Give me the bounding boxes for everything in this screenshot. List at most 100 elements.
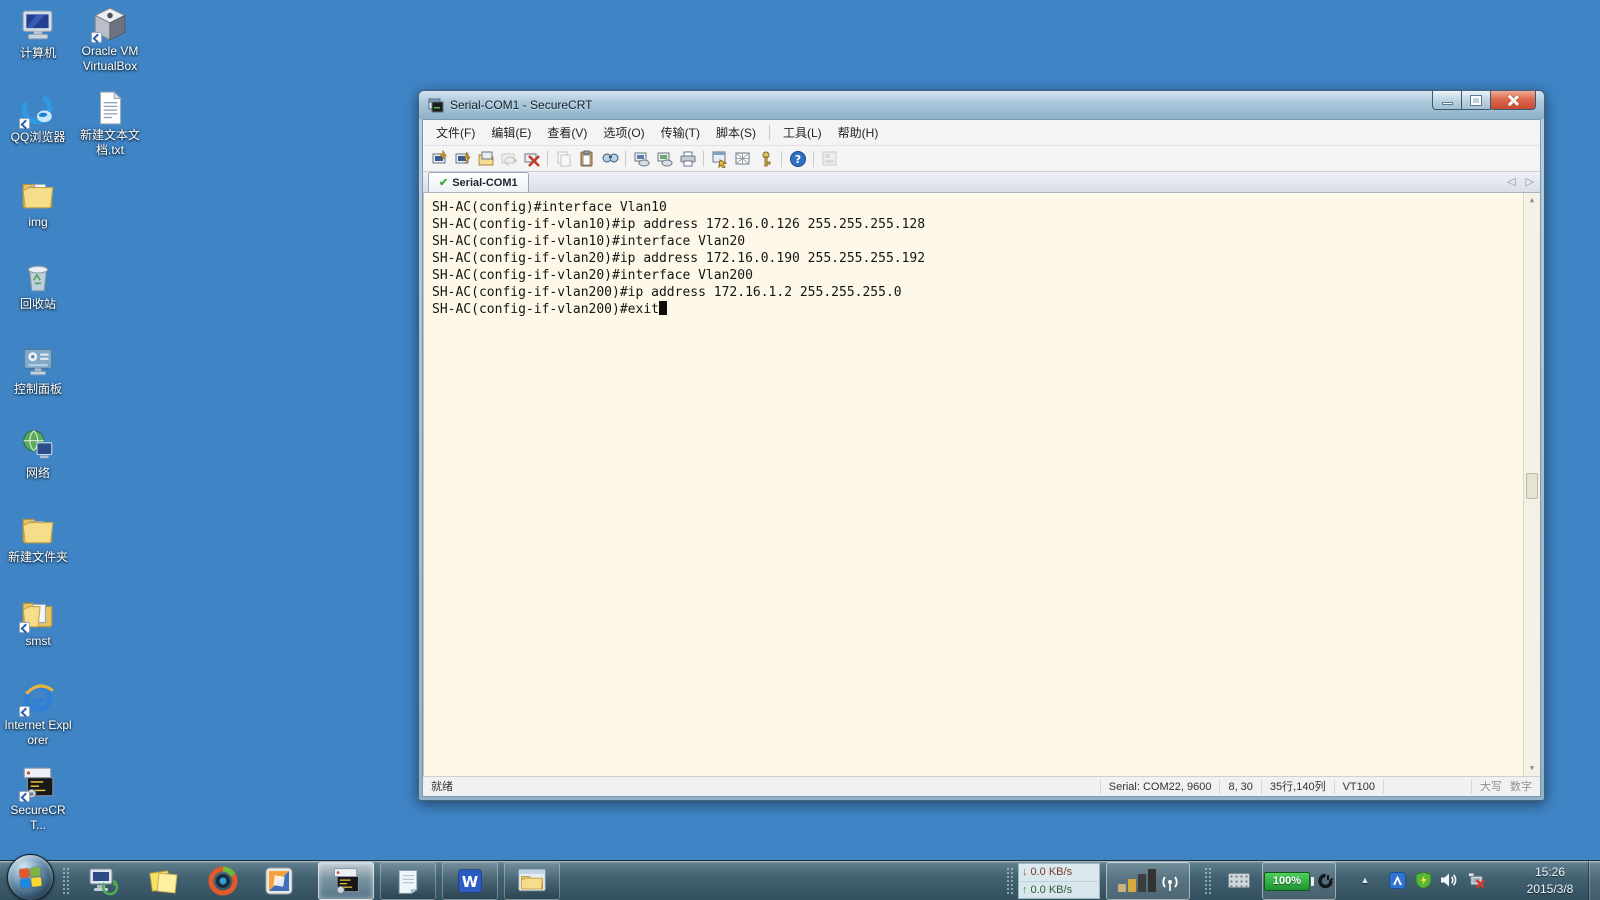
sticky-notes-launcher[interactable] (138, 863, 188, 899)
reconnect-icon[interactable] (497, 148, 520, 169)
menu-options[interactable]: 选项(O) (595, 121, 652, 144)
desktop-icon-label: Oracle VM VirtualBox (81, 44, 139, 73)
window-frame: 文件(F) 编辑(E) 查看(V) 选项(O) 传输(T) 脚本(S) 工具(L… (422, 119, 1541, 797)
tab-scroll-right-icon[interactable]: ▷ (1526, 175, 1534, 188)
signal-strength-button[interactable] (1106, 862, 1190, 900)
vmware-launcher[interactable] (254, 863, 304, 899)
show-hidden-icons-button[interactable]: ▲ (1356, 871, 1374, 889)
tab-serial-com1[interactable]: ✔ Serial-COM1 (428, 172, 529, 192)
key-agent-icon[interactable] (754, 148, 777, 169)
remote-desktop-launcher[interactable] (78, 863, 128, 899)
upload-session-icon[interactable] (630, 148, 653, 169)
explorer-taskbar-button[interactable] (504, 862, 560, 900)
text-cursor (658, 301, 667, 315)
shortcut-arrow-icon (91, 32, 102, 43)
desktop-icon-securecrt[interactable]: SecureCRT... (4, 765, 72, 833)
securecrt-window: Serial-COM1 - SecureCRT 文件(F) 编辑(E) 查看(V… (418, 90, 1545, 801)
copy-icon[interactable] (552, 148, 575, 169)
desktop-icon-network[interactable]: 网络 (4, 428, 72, 481)
tray-network-status[interactable] (1468, 871, 1486, 889)
network-speed-widget[interactable]: ↓ 0.0 KB/s ↑ 0.0 KB/s (1018, 863, 1100, 899)
close-button[interactable] (1490, 91, 1536, 110)
scrollbar-thumb[interactable] (1526, 472, 1538, 499)
menu-help[interactable]: 帮助(H) (830, 121, 887, 144)
vertical-scrollbar[interactable]: ▲ ▼ (1523, 193, 1540, 776)
menu-edit[interactable]: 编辑(E) (483, 121, 539, 144)
remote-desktop-icon (89, 868, 119, 896)
desktop-icon-computer[interactable]: 计算机 (4, 8, 72, 61)
terminal-screen[interactable]: SH-AC(config)#interface Vlan10 SH-AC(con… (423, 193, 1540, 776)
desktop-icon-control-panel[interactable]: 控制面板 (4, 344, 72, 397)
connect-icon[interactable] (451, 148, 474, 169)
desktop-icon-label: 回收站 (19, 297, 56, 311)
find-icon[interactable] (598, 148, 621, 169)
terminal-line: SH-AC(config-if-vlan200)#ip address 172.… (432, 285, 902, 300)
desktop-icon-internet-explorer[interactable]: Internet Explorer (4, 680, 72, 748)
show-desktop-button[interactable] (1588, 861, 1600, 900)
desktop-icon-label: 新建文件夹 (7, 550, 68, 564)
help-icon[interactable]: ? (786, 148, 809, 169)
control-panel-icon (20, 344, 56, 380)
securecrt-taskbar-button[interactable] (318, 862, 374, 900)
terminal-line: SH-AC(config-if-vlan20)#interface Vlan20… (432, 268, 753, 283)
desktop-icon-qq-browser[interactable]: QQ浏览器 (4, 92, 72, 145)
toolbar-separator (547, 150, 548, 167)
desktop-icon-img[interactable]: img (4, 177, 72, 230)
keyboard-icon[interactable] (1228, 873, 1250, 888)
securecrt-icon (334, 868, 359, 894)
print-icon[interactable] (676, 148, 699, 169)
connected-check-icon: ✔ (439, 177, 449, 189)
menu-view[interactable]: 查看(V) (539, 121, 595, 144)
notepad-taskbar-button[interactable] (380, 862, 436, 900)
media-app-launcher[interactable] (198, 863, 248, 899)
upload-arrow-icon: ↑ (1022, 883, 1028, 896)
desktop-icon-recycle-bin[interactable]: 回收站 (4, 259, 72, 312)
tray-shield[interactable] (1414, 871, 1432, 889)
scroll-down-icon[interactable]: ▼ (1524, 761, 1540, 776)
vmware-icon (265, 867, 293, 895)
desktop-icon-smst[interactable]: smst (4, 596, 72, 649)
restore-button[interactable] (1461, 91, 1491, 110)
status-emulation: VT100 (1333, 779, 1383, 794)
quick-connect-icon[interactable] (428, 148, 451, 169)
speaker-icon (1441, 873, 1457, 887)
desktop-icon-text-document[interactable]: 新建文本文档.txt (76, 90, 144, 158)
taskbar: W ↓ 0.0 KB/s ↑ 0.0 KB/s 100% ▲ 15:26 201… (0, 854, 1600, 900)
desktop-icon-new-folder[interactable]: 新建文件夹 (4, 512, 72, 565)
menu-file[interactable]: 文件(F) (428, 121, 483, 144)
text-document-icon (92, 90, 128, 126)
menubar: 文件(F) 编辑(E) 查看(V) 选项(O) 传输(T) 脚本(S) 工具(L… (423, 120, 1540, 145)
desktop-icon-label: smst (25, 634, 51, 648)
taskbar-clock[interactable]: 15:26 2015/3/8 (1512, 864, 1588, 898)
session-options-icon[interactable] (708, 148, 731, 169)
download-session-icon[interactable] (653, 148, 676, 169)
shortcut-arrow-icon (19, 622, 30, 633)
battery-icon: 100% (1264, 871, 1310, 891)
media-app-icon (208, 866, 238, 896)
tray-app-blue[interactable] (1388, 871, 1406, 889)
disconnect-icon[interactable] (520, 148, 543, 169)
wps-taskbar-button[interactable]: W (442, 862, 498, 900)
toolbar-separator (703, 150, 704, 167)
menu-script[interactable]: 脚本(S) (708, 121, 764, 144)
scroll-up-icon[interactable]: ▲ (1524, 193, 1540, 208)
window-title: Serial-COM1 - SecureCRT (450, 98, 593, 112)
titlebar[interactable]: Serial-COM1 - SecureCRT (419, 91, 1544, 119)
minimize-icon (1441, 101, 1453, 105)
tray-volume[interactable] (1440, 871, 1458, 889)
desktop-icon-label: 新建文本文档.txt (79, 128, 140, 157)
desktop-icon-label: img (28, 215, 48, 229)
shield-icon (1415, 871, 1431, 889)
desktop-icon-virtualbox[interactable]: Oracle VM VirtualBox (76, 6, 144, 74)
menu-tools[interactable]: 工具(L) (775, 121, 830, 144)
toolbar-separator (781, 150, 782, 167)
start-button[interactable] (7, 854, 54, 900)
tab-scroll-left-icon[interactable]: ◁ (1507, 175, 1515, 188)
paste-icon[interactable] (575, 148, 598, 169)
connect-in-tab-icon[interactable] (474, 148, 497, 169)
minimize-button[interactable] (1432, 91, 1462, 110)
menu-transfer[interactable]: 传输(T) (653, 121, 708, 144)
battery-button[interactable]: 100% (1262, 862, 1336, 900)
session-manager-icon[interactable] (818, 148, 841, 169)
keymap-icon[interactable] (731, 148, 754, 169)
